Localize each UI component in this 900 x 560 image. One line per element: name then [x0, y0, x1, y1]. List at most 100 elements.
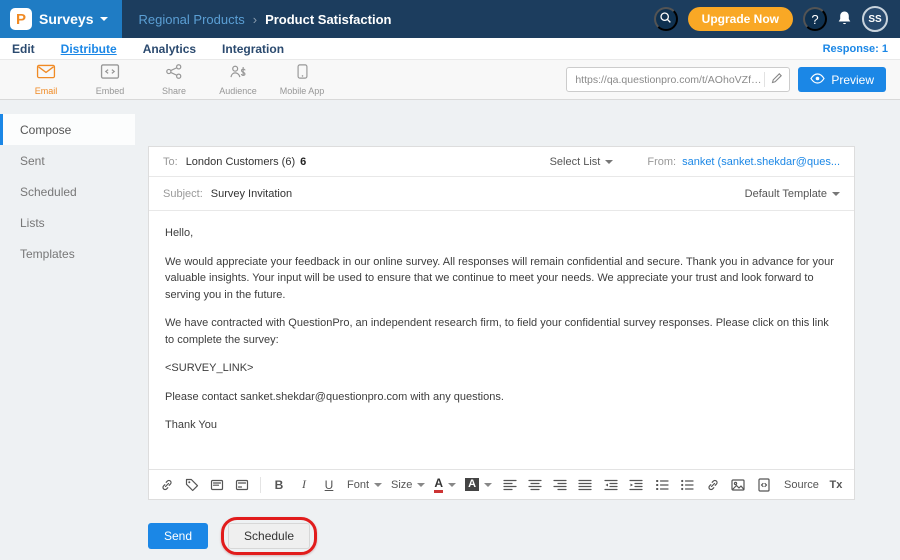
survey-url[interactable]: https://qa.questionpro.com/t/AOhoVZfqml: [575, 74, 764, 86]
list-group: [654, 476, 695, 494]
align-left-icon[interactable]: [502, 476, 518, 494]
from-value[interactable]: sanket (sanket.shekdar@ques...: [682, 156, 840, 168]
questionpro-logo: P: [10, 8, 32, 30]
background-color-icon: A: [465, 478, 479, 491]
channel-audience[interactable]: Audience: [206, 64, 270, 96]
channel-email[interactable]: Email: [14, 64, 78, 96]
top-actions: Upgrade Now ? SS: [654, 6, 900, 32]
tab-edit[interactable]: Edit: [12, 42, 35, 56]
survey-link-field[interactable]: https://qa.questionpro.com/t/AOhoVZfqml: [566, 67, 790, 92]
breadcrumb: Regional Products › Product Satisfaction: [138, 12, 391, 27]
pencil-icon: [771, 72, 783, 87]
subject-row: Subject: Survey Invitation Default Templ…: [149, 177, 854, 211]
channel-mobile-app[interactable]: Mobile App: [270, 64, 334, 96]
bullet-list-icon[interactable]: [679, 476, 695, 494]
align-group: [502, 476, 593, 494]
edit-url-button[interactable]: [764, 72, 783, 87]
product-switcher[interactable]: P Surveys: [0, 0, 122, 38]
tab-integration[interactable]: Integration: [222, 42, 284, 56]
send-button[interactable]: Send: [148, 523, 208, 549]
text-color-button[interactable]: A: [434, 477, 456, 493]
channel-embed[interactable]: Embed: [78, 64, 142, 96]
outdent-icon[interactable]: [603, 476, 619, 494]
media-group: [705, 476, 746, 494]
user-avatar[interactable]: SS: [862, 6, 888, 32]
tab-analytics[interactable]: Analytics: [143, 42, 196, 56]
rich-text-toolbar: B I U Font Size A: [149, 469, 854, 499]
content-area: Compose Sent Scheduled Lists Templates T…: [0, 100, 900, 560]
product-name: Surveys: [39, 11, 93, 27]
to-label: To:: [163, 156, 178, 168]
from-label: From:: [647, 156, 676, 168]
email-sidebar: Compose Sent Scheduled Lists Templates: [0, 100, 135, 560]
insert-link-icon[interactable]: [705, 476, 721, 494]
subject-row-right: Default Template: [745, 188, 840, 200]
underline-button[interactable]: U: [321, 476, 337, 494]
channel-share[interactable]: Share: [142, 64, 206, 96]
insert-image-icon[interactable]: [730, 476, 746, 494]
body-paragraph: Hello,: [165, 225, 838, 242]
align-center-icon[interactable]: [527, 476, 543, 494]
subject-value[interactable]: Survey Invitation: [211, 188, 292, 200]
chevron-down-icon: [374, 483, 382, 487]
chevron-down-icon: [448, 483, 456, 487]
response-count[interactable]: Response: 1: [823, 43, 888, 55]
link-icon[interactable]: [159, 476, 175, 494]
distribute-toolbar: Email Embed Share Audience Mobile App: [0, 59, 900, 100]
sidebar-item-compose[interactable]: Compose: [0, 114, 135, 145]
tab-distribute[interactable]: Distribute: [61, 42, 117, 56]
schedule-button[interactable]: Schedule: [228, 523, 310, 549]
breadcrumb-folder[interactable]: Regional Products: [138, 12, 244, 27]
align-justify-icon[interactable]: [577, 476, 593, 494]
background-color-button[interactable]: A: [465, 478, 492, 491]
sidebar-item-lists[interactable]: Lists: [0, 207, 135, 238]
indent-icon[interactable]: [628, 476, 644, 494]
question-mark-icon: ?: [811, 12, 818, 27]
insert-template-icon[interactable]: [209, 476, 225, 494]
body-paragraph: Please contact sanket.shekdar@questionpr…: [165, 389, 838, 406]
email-icon: [36, 64, 56, 84]
font-dropdown[interactable]: Font: [347, 479, 382, 491]
source-icon[interactable]: [756, 476, 772, 494]
subject-label: Subject:: [163, 188, 203, 200]
body-paragraph: We have contracted with QuestionPro, an …: [165, 315, 838, 348]
template-dropdown[interactable]: Default Template: [745, 188, 840, 200]
bell-icon: [837, 10, 852, 29]
email-body-editor[interactable]: Hello, We would appreciate your feedback…: [149, 211, 854, 469]
chevron-down-icon: [100, 17, 108, 21]
survey-nav-tabs: Edit Distribute Analytics Integration Re…: [0, 38, 900, 59]
app-window: P Surveys Regional Products › Product Sa…: [0, 0, 900, 560]
format-group: B I U: [271, 476, 337, 494]
chevron-down-icon: [484, 483, 492, 487]
bold-button[interactable]: B: [271, 476, 287, 494]
notifications-button[interactable]: [837, 10, 852, 29]
tag-icon[interactable]: [184, 476, 200, 494]
to-value[interactable]: London Customers (6): [186, 156, 295, 168]
mobile-icon: [297, 64, 308, 84]
ordered-list-icon[interactable]: [654, 476, 670, 494]
breadcrumb-survey-title: Product Satisfaction: [265, 12, 391, 27]
upgrade-now-button[interactable]: Upgrade Now: [688, 7, 793, 31]
source-group: Source Tx: [756, 476, 844, 494]
sidebar-item-sent[interactable]: Sent: [0, 145, 135, 176]
insert-field-icon[interactable]: [234, 476, 250, 494]
size-dropdown[interactable]: Size: [391, 479, 425, 491]
source-label[interactable]: Source: [784, 479, 819, 491]
help-button[interactable]: ?: [803, 7, 827, 31]
italic-button[interactable]: I: [296, 476, 312, 494]
search-button[interactable]: [654, 7, 678, 31]
remove-format-button[interactable]: Tx: [828, 476, 844, 494]
email-compose-card: To: London Customers (6) 6 Select List F…: [148, 146, 855, 500]
body-paragraph: Thank You: [165, 417, 838, 434]
align-right-icon[interactable]: [552, 476, 568, 494]
font-group: Font Size A A: [347, 477, 492, 493]
text-color-icon: A: [434, 477, 443, 493]
divider: [260, 477, 261, 493]
chevron-down-icon: [832, 192, 840, 196]
select-list-dropdown[interactable]: Select List: [550, 156, 614, 168]
audience-icon: [228, 64, 248, 84]
sidebar-item-scheduled[interactable]: Scheduled: [0, 176, 135, 207]
body-paragraph: <SURVEY_LINK>: [165, 360, 838, 377]
sidebar-item-templates[interactable]: Templates: [0, 238, 135, 269]
preview-button[interactable]: Preview: [798, 67, 886, 92]
